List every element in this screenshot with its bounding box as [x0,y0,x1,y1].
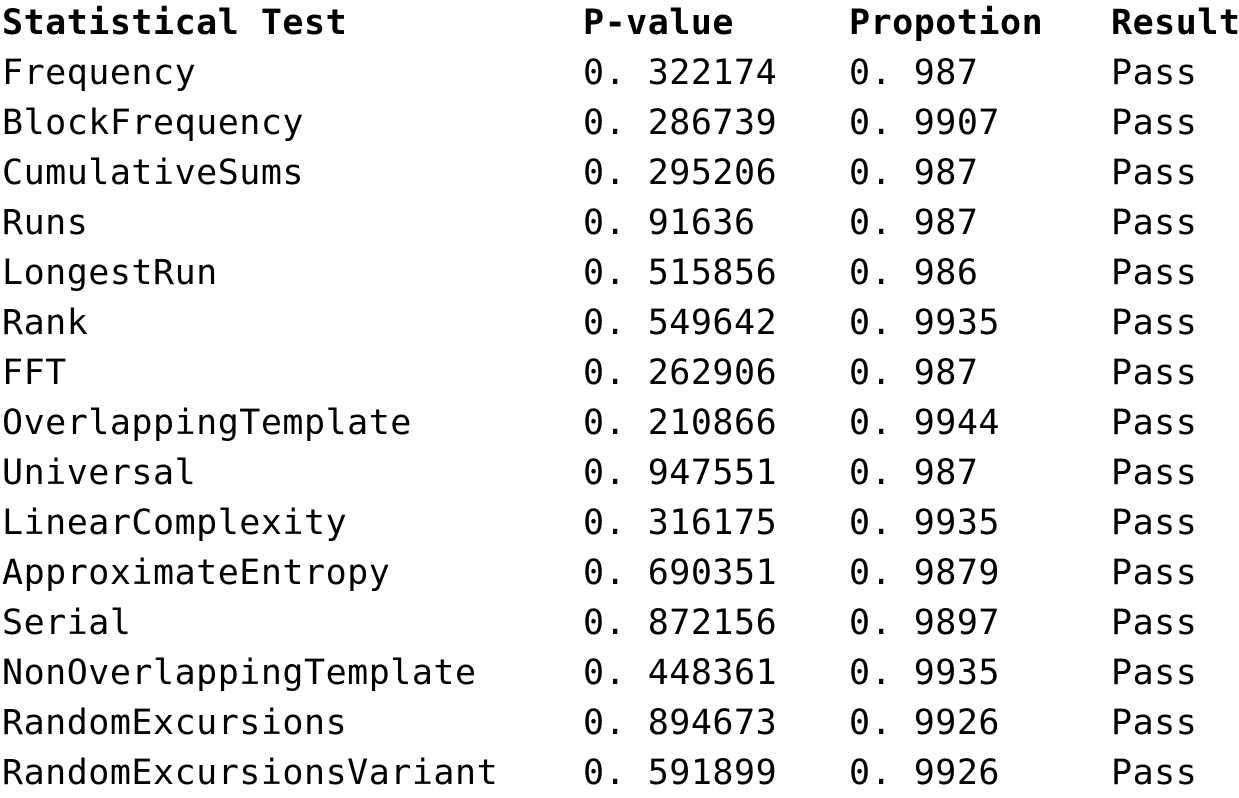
cell-result: Pass [1111,653,1198,693]
cell-p-value: 0. 690351 [583,553,778,593]
cell-statistical-test: Frequency [2,53,197,93]
cell-result: Pass [1111,503,1198,543]
cell-p-value: 0. 947551 [583,453,778,493]
table-row: Serial 0. 872156 0. 9897 Pass [0,598,1239,648]
table-row: Frequency 0. 322174 0. 987 Pass [0,48,1239,98]
cell-propotion: 0. 9897 [849,603,1001,643]
cell-p-value: 0. 210866 [583,403,778,443]
cell-statistical-test: Universal [2,453,197,493]
table-body: Frequency 0. 322174 0. 987 Pass BlockFrequen… [0,48,1239,798]
cell-propotion: 0. 987 [849,153,979,193]
cell-propotion: 0. 9926 [849,703,1001,743]
cell-result: Pass [1111,253,1198,293]
cell-p-value: 0. 295206 [583,153,778,193]
cell-p-value: 0. 872156 [583,603,778,643]
cell-statistical-test: CumulativeSums [2,153,305,193]
statistical-test-results-table: Statistical Test P-value Propotion Resul… [0,0,1239,798]
table-row: Rank 0. 549642 0. 9935 Pass [0,298,1239,348]
cell-statistical-test: ApproximateEntropy [2,553,391,593]
table-row: LongestRun 0. 515856 0. 986 Pass [0,248,1239,298]
cell-statistical-test: RandomExcursions [2,703,348,743]
table-header: Statistical Test P-value Propotion Resul… [0,0,1239,48]
table-row: ApproximateEntropy 0. 690351 0. 9879 Pass [0,548,1239,598]
table-row: OverlappingTemplate 0. 210866 0. 9944 Pass [0,398,1239,448]
cell-result: Pass [1111,453,1198,493]
cell-result: Pass [1111,753,1198,793]
table-row: RandomExcursionsVariant 0. 591899 0. 9926 P… [0,748,1239,798]
cell-propotion: 0. 9879 [849,553,1001,593]
table-row: NonOverlappingTemplate 0. 448361 0. 9935 Pa… [0,648,1239,698]
cell-statistical-test: RandomExcursionsVariant [2,753,499,793]
cell-p-value: 0. 549642 [583,303,778,343]
column-header-propotion: Propotion [849,3,1044,43]
column-header-statistical-test: Statistical Test [2,3,348,43]
cell-statistical-test: Rank [2,303,89,343]
cell-propotion: 0. 9935 [849,503,1001,543]
cell-propotion: 0. 9926 [849,753,1001,793]
cell-propotion: 0. 9907 [849,103,1001,143]
cell-p-value: 0. 91636 [583,203,756,243]
cell-p-value: 0. 448361 [583,653,778,693]
cell-p-value: 0. 286739 [583,103,778,143]
table-row: FFT 0. 262906 0. 987 Pass [0,348,1239,398]
cell-propotion: 0. 987 [849,353,979,393]
cell-result: Pass [1111,303,1198,343]
cell-statistical-test: LinearComplexity [2,503,348,543]
cell-result: Pass [1111,203,1198,243]
cell-p-value: 0. 591899 [583,753,778,793]
cell-result: Pass [1111,153,1198,193]
cell-propotion: 0. 9935 [849,303,1001,343]
table-row: Runs 0. 91636 0. 987 Pass [0,198,1239,248]
cell-propotion: 0. 987 [849,53,979,93]
table-row: CumulativeSums 0. 295206 0. 987 Pass [0,148,1239,198]
cell-result: Pass [1111,103,1198,143]
cell-statistical-test: OverlappingTemplate [2,403,412,443]
cell-propotion: 0. 987 [849,203,979,243]
cell-result: Pass [1111,553,1198,593]
cell-p-value: 0. 322174 [583,53,778,93]
cell-result: Pass [1111,53,1198,93]
cell-result: Pass [1111,703,1198,743]
cell-p-value: 0. 316175 [583,503,778,543]
cell-statistical-test: NonOverlappingTemplate [2,653,477,693]
cell-propotion: 0. 9944 [849,403,1001,443]
table-row: BlockFrequency 0. 286739 0. 9907 Pass [0,98,1239,148]
cell-p-value: 0. 262906 [583,353,778,393]
table-row: LinearComplexity 0. 316175 0. 9935 Pass [0,498,1239,548]
column-header-result: Result [1111,3,1239,43]
cell-result: Pass [1111,353,1198,393]
column-header-p-value: P-value [583,3,735,43]
table-header-row: Statistical Test P-value Propotion Resul… [0,0,1239,48]
cell-statistical-test: Runs [2,203,89,243]
table-row: RandomExcursions 0. 894673 0. 9926 Pass [0,698,1239,748]
cell-statistical-test: LongestRun [2,253,218,293]
cell-propotion: 0. 986 [849,253,979,293]
cell-p-value: 0. 894673 [583,703,778,743]
cell-statistical-test: BlockFrequency [2,103,305,143]
table-row: Universal 0. 947551 0. 987 Pass [0,448,1239,498]
cell-result: Pass [1111,403,1198,443]
cell-propotion: 0. 9935 [849,653,1001,693]
cell-statistical-test: FFT [2,353,67,393]
cell-result: Pass [1111,603,1198,643]
cell-p-value: 0. 515856 [583,253,778,293]
cell-propotion: 0. 987 [849,453,979,493]
cell-statistical-test: Serial [2,603,132,643]
